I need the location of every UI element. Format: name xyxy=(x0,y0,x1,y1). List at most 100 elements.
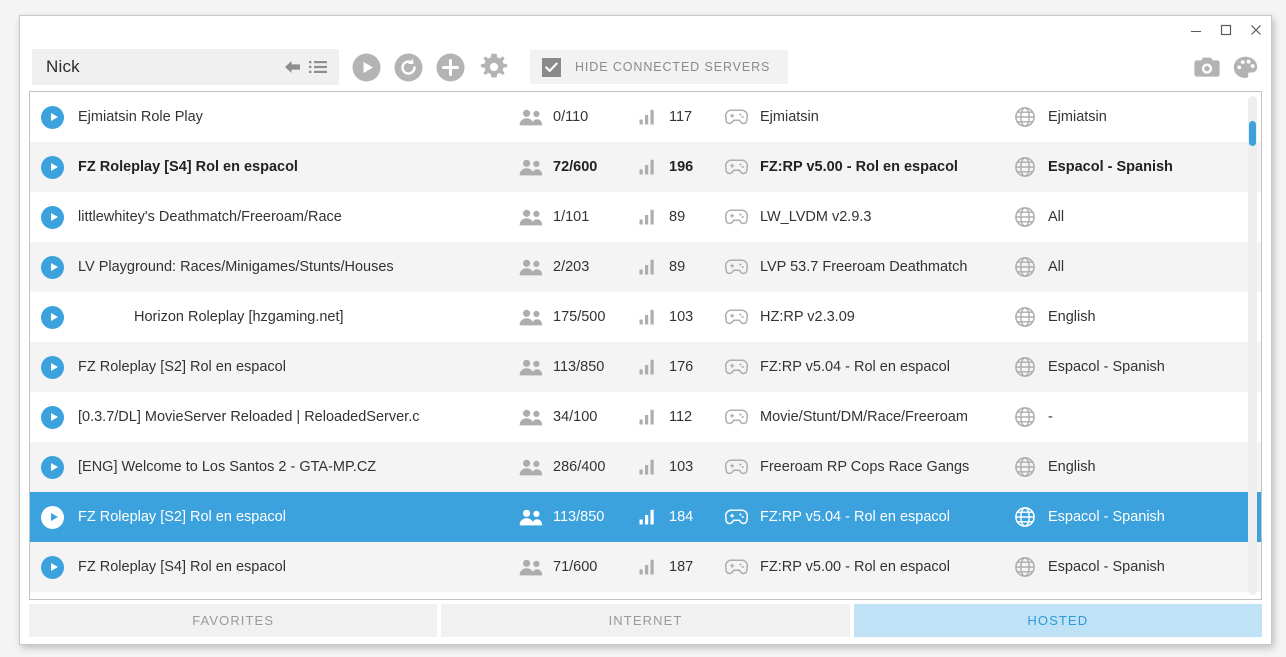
tab-label: HOSTED xyxy=(1027,613,1089,628)
server-ping: 184 xyxy=(669,509,694,525)
server-language-cell: Espacol - Spanish xyxy=(1015,507,1239,527)
server-name: littlewhitey's Deathmatch/Freeroam/Race xyxy=(78,209,342,225)
server-players: 0/110 xyxy=(553,109,589,125)
server-row[interactable]: [ENG] Welcome to Los Santos 2 - GTA-MP.C… xyxy=(30,442,1261,492)
server-name: Ejmiatsin Role Play xyxy=(78,109,203,125)
server-row[interactable]: Ejmiatsin Role Play 0/110 117 Ejmiatsin Ejmi… xyxy=(30,92,1261,142)
minimize-button[interactable] xyxy=(1181,18,1211,42)
play-icon[interactable] xyxy=(41,155,64,179)
server-name: Horizon Roleplay [hzgaming.net] xyxy=(134,309,344,325)
server-players-cell: 72/600 xyxy=(519,159,639,176)
server-gamemode-cell: FZ:RP v5.04 - Rol en espacol xyxy=(725,509,1015,525)
hide-connected-label: HIDE CONNECTED SERVERS xyxy=(575,60,771,74)
list-icon[interactable] xyxy=(305,54,331,80)
server-language-cell: English xyxy=(1015,457,1239,477)
play-icon[interactable] xyxy=(41,505,64,529)
server-connect-button[interactable] xyxy=(41,205,78,229)
gamemode-icon xyxy=(725,209,749,225)
server-gamemode-cell: FZ:RP v5.00 - Rol en espacol xyxy=(725,559,1015,575)
server-row[interactable]: littlewhitey's Deathmatch/Freeroam/Race 1… xyxy=(30,192,1261,242)
language-icon xyxy=(1015,307,1037,327)
server-connect-button[interactable] xyxy=(41,305,78,329)
hide-connected-checkbox[interactable] xyxy=(542,57,561,77)
maximize-button[interactable] xyxy=(1211,18,1241,42)
close-button[interactable] xyxy=(1241,18,1271,42)
gamemode-icon xyxy=(725,459,749,475)
server-players-cell: 286/400 xyxy=(519,459,639,476)
ping-icon xyxy=(639,209,658,225)
tab-internet[interactable]: INTERNET xyxy=(441,604,850,637)
server-players-cell: 71/600 xyxy=(519,559,639,576)
server-gamemode: Movie/Stunt/DM/Race/Freeroam xyxy=(760,409,968,425)
server-connect-button[interactable] xyxy=(41,155,78,179)
refresh-button[interactable] xyxy=(393,52,423,82)
scrollbar-thumb[interactable] xyxy=(1249,120,1256,146)
add-button[interactable] xyxy=(435,52,465,82)
gamemode-icon xyxy=(725,109,749,125)
server-language: Espacol - Spanish xyxy=(1048,509,1165,525)
gear-icon[interactable] xyxy=(479,52,509,82)
server-list: Ejmiatsin Role Play 0/110 117 Ejmiatsin Ejmi… xyxy=(29,91,1262,600)
server-language: Espacol - Spanish xyxy=(1048,359,1165,375)
palette-icon[interactable] xyxy=(1228,52,1262,82)
server-ping-cell: 187 xyxy=(639,559,725,575)
language-icon xyxy=(1015,507,1037,527)
server-ping: 176 xyxy=(669,359,694,375)
play-icon[interactable] xyxy=(41,105,64,129)
vertical-scrollbar[interactable] xyxy=(1248,96,1257,595)
tab-bar: FAVORITES INTERNET HOSTED xyxy=(20,600,1271,644)
play-icon[interactable] xyxy=(41,405,64,429)
camera-icon[interactable] xyxy=(1190,52,1224,82)
server-ping: 196 xyxy=(669,159,694,175)
play-button[interactable] xyxy=(351,52,381,82)
server-row[interactable]: FZ Roleplay [S2] Rol en espacol 113/850 17… xyxy=(30,342,1261,392)
ping-icon xyxy=(639,109,658,125)
ping-icon xyxy=(639,559,658,575)
server-browser-window: Nick HIDE CONNECTED SERVERS Ejmiatsin Ro… xyxy=(19,15,1272,645)
server-players-cell: 175/500 xyxy=(519,309,639,326)
play-icon[interactable] xyxy=(41,305,64,329)
server-ping: 117 xyxy=(669,109,693,125)
ping-icon xyxy=(639,159,658,175)
server-ping: 103 xyxy=(669,459,694,475)
players-icon xyxy=(519,309,544,326)
players-icon xyxy=(519,509,544,526)
server-connect-button[interactable] xyxy=(41,255,78,279)
server-players-cell: 113/850 xyxy=(519,509,639,526)
server-connect-button[interactable] xyxy=(41,455,78,479)
play-icon[interactable] xyxy=(41,455,64,479)
play-icon[interactable] xyxy=(41,355,64,379)
tab-label: FAVORITES xyxy=(192,613,275,628)
play-icon[interactable] xyxy=(41,555,64,579)
server-row[interactable]: LV Playground: Races/Minigames/Stunts/Ho… xyxy=(30,242,1261,292)
server-row[interactable]: FZ Roleplay [S4] Rol en espacol 72/600 196… xyxy=(30,142,1261,192)
nickname-field-container[interactable]: Nick xyxy=(32,49,339,85)
server-gamemode-cell: LW_LVDM v2.9.3 xyxy=(725,209,1015,225)
server-connect-button[interactable] xyxy=(41,355,78,379)
server-row[interactable]: FZ Roleplay [S4] Rol en espacol 71/600 187… xyxy=(30,542,1261,592)
language-icon xyxy=(1015,257,1037,277)
nickname-input[interactable]: Nick xyxy=(46,57,279,77)
players-icon xyxy=(519,109,544,126)
server-language: All xyxy=(1048,259,1065,275)
play-icon[interactable] xyxy=(41,255,64,279)
server-gamemode-cell: FZ:RP v5.04 - Rol en espacol xyxy=(725,359,1015,375)
tab-favorites[interactable]: FAVORITES xyxy=(29,604,438,637)
ping-icon xyxy=(639,509,658,525)
server-name: FZ Roleplay [S4] Rol en espacol xyxy=(78,159,298,175)
server-row[interactable]: FZ Roleplay [S2] Rol en espacol 113/850 18… xyxy=(30,492,1261,542)
server-row[interactable]: [0.3.7/DL] MovieServer Reloaded | Reload… xyxy=(30,392,1261,442)
server-connect-button[interactable] xyxy=(41,405,78,429)
server-connect-button[interactable] xyxy=(41,505,78,529)
server-name: LV Playground: Races/Minigames/Stunts/Ho… xyxy=(78,259,394,275)
back-arrow-icon[interactable] xyxy=(279,54,305,80)
server-name: [0.3.7/DL] MovieServer Reloaded | Reload… xyxy=(78,409,420,425)
tab-hosted[interactable]: HOSTED xyxy=(853,604,1262,637)
server-connect-button[interactable] xyxy=(41,555,78,579)
hide-connected-servers-toggle[interactable]: HIDE CONNECTED SERVERS xyxy=(530,50,789,84)
play-icon[interactable] xyxy=(41,205,64,229)
server-connect-button[interactable] xyxy=(41,105,78,129)
server-ping-cell: 89 xyxy=(639,259,725,275)
server-language-cell: - xyxy=(1015,407,1239,427)
server-row[interactable]: Horizon Roleplay [hzgaming.net] 175/500 10… xyxy=(30,292,1261,342)
